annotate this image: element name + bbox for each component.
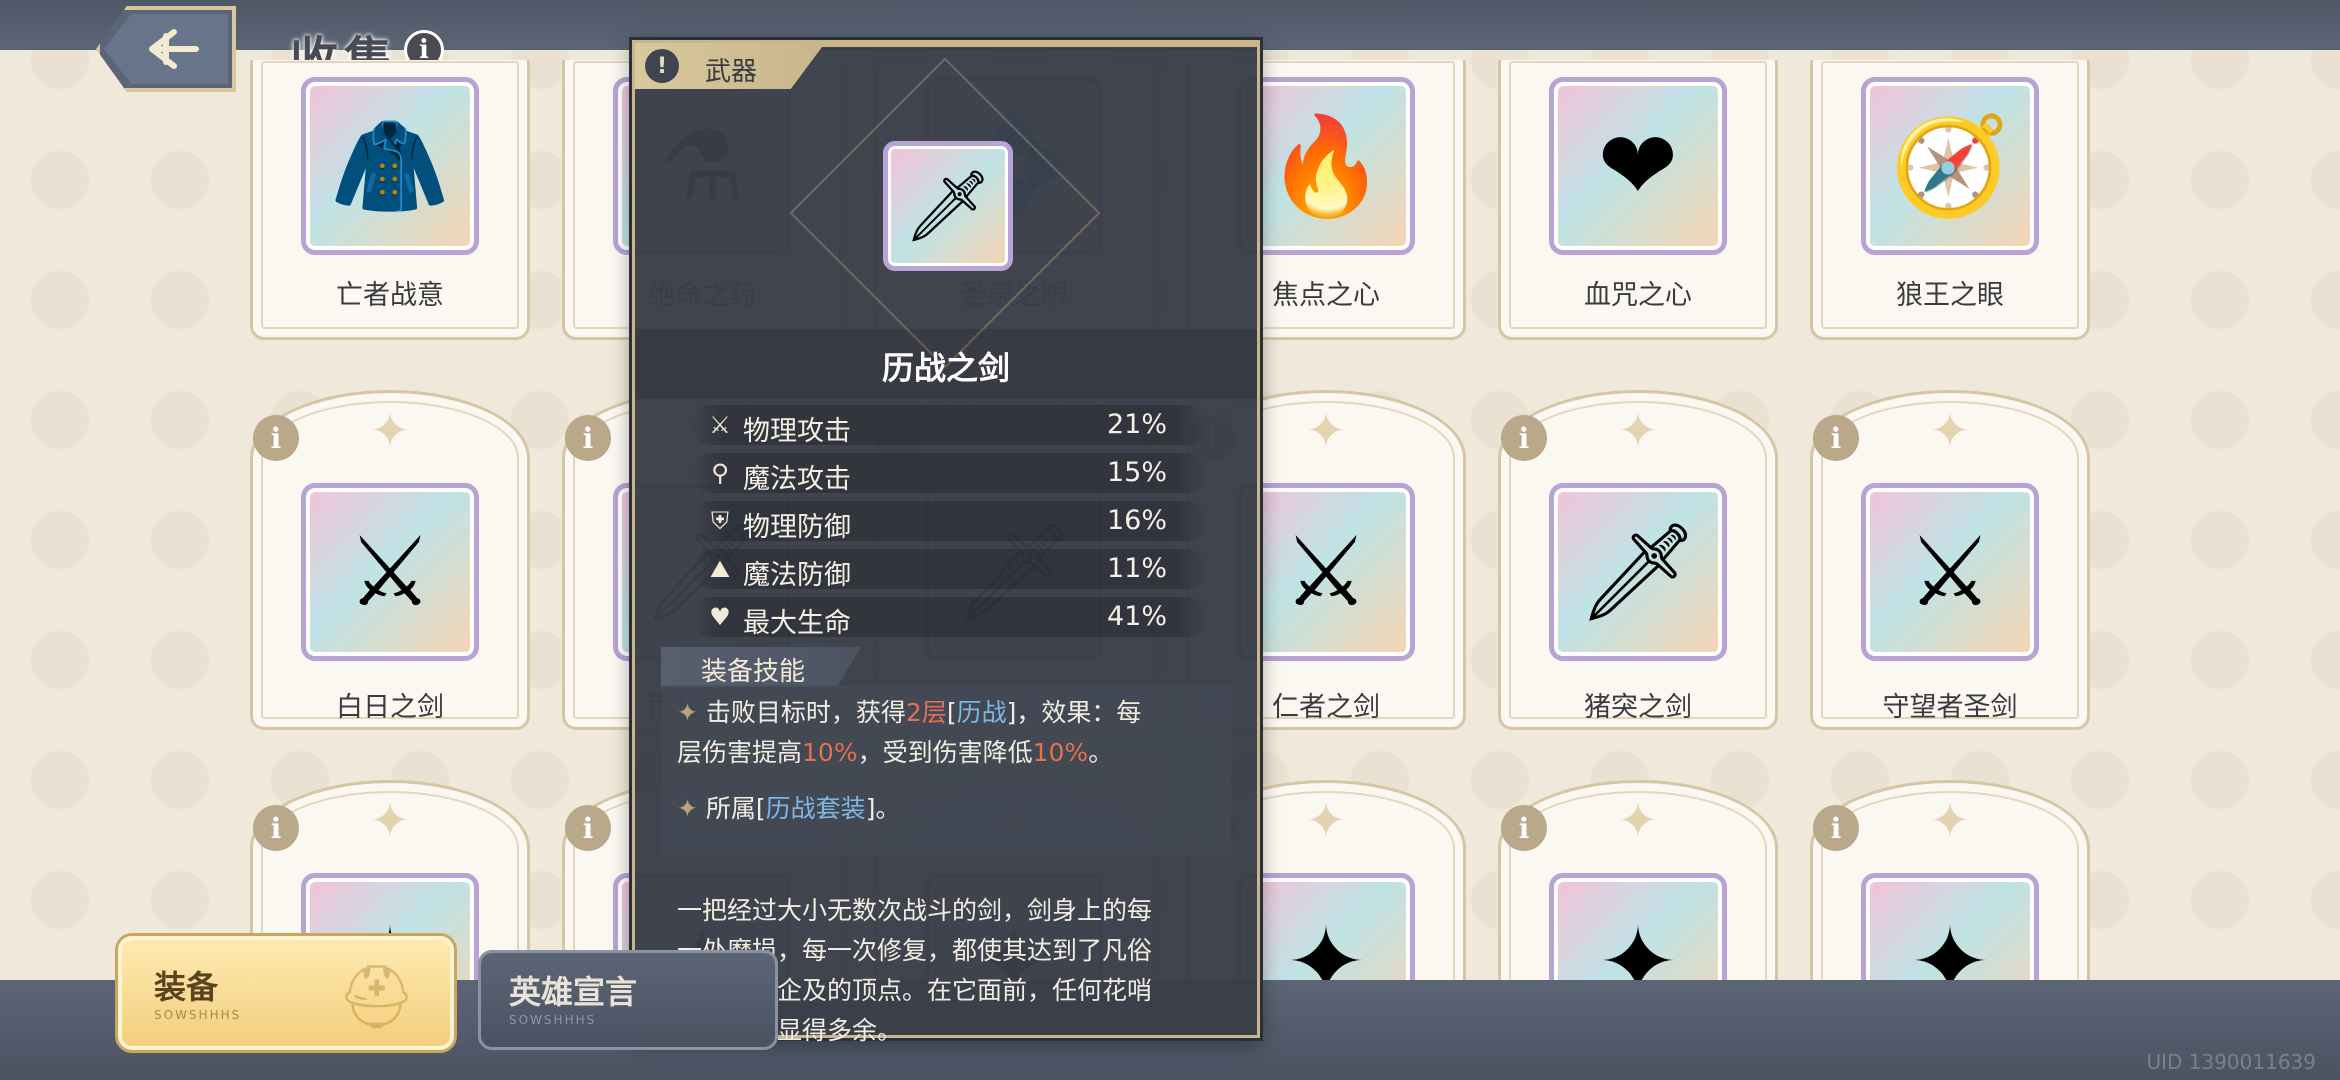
info-icon[interactable]: i (565, 415, 611, 461)
item-icon: ✦ (1861, 873, 2039, 980)
description-line: 一把经过大小无数次战斗的剑，剑身上的每 (677, 896, 1153, 925)
stat-row: ⚲ 魔法攻击 15% (691, 453, 1207, 495)
stat-value: 41% (1106, 601, 1167, 632)
item-icon: ⚔ (1861, 483, 2039, 661)
set-link[interactable]: 历战套装 (766, 794, 866, 823)
tab-hero-subtitle: SOWSHHHS (509, 1013, 597, 1027)
info-icon[interactable]: i (253, 805, 299, 851)
skill-line-3: ✦ 所属[历战套装]。 (677, 794, 901, 823)
stat-label: 魔法攻击 (743, 464, 851, 495)
star-ornament-icon: ✦ (1305, 403, 1347, 459)
item-name: 狼王之眼 (1896, 280, 2004, 311)
item-name: 历战之剑 (881, 349, 1010, 387)
stat-row: ⚔ 物理攻击 21% (691, 405, 1207, 447)
sword-item-icon: 🗡 (883, 141, 1013, 271)
collection-card[interactable]: ✦i✦ (1810, 780, 2090, 980)
hat-icon: ⛰ (709, 555, 731, 583)
collection-card[interactable]: ✦ i ⚔ 守望者圣剑 (1810, 390, 2090, 730)
stat-row: ⛨ 物理防御 16% (691, 501, 1207, 543)
stat-row: ⛰ 魔法防御 11% (691, 549, 1207, 591)
stat-value: 16% (1106, 505, 1167, 536)
item-icon: 🧭 (1861, 77, 2039, 255)
stat-row: ♥ 最大生命 41% (691, 597, 1207, 639)
item-icon: ❤ (1549, 77, 1727, 255)
item-name: 猪突之剑 (1584, 692, 1692, 723)
heart-icon: ♥ (709, 603, 731, 631)
collection-card[interactable]: ❤ 血咒之心 (1498, 60, 1778, 340)
item-icon: 🗡 (1549, 483, 1727, 661)
collection-card[interactable]: ✦ i 🗡 猪突之剑 (1498, 390, 1778, 730)
item-icon: ✦ (1237, 873, 1415, 980)
skill-line-2: 层伤害提高10%，受到伤害降低10%。 (677, 738, 1114, 767)
tab-equipment-subtitle: SOWSHHHS (154, 1008, 242, 1022)
star-ornament-icon: ✦ (1617, 793, 1659, 849)
tab-hero-label: 英雄宣言 (509, 973, 638, 1011)
tab-equipment[interactable]: 装备 SOWSHHHS ⛑ (118, 936, 454, 1050)
stat-value: 15% (1106, 457, 1167, 488)
info-icon[interactable]: i (1501, 805, 1547, 851)
wand-icon: ⚲ (711, 459, 729, 487)
info-icon[interactable]: i (1813, 415, 1859, 461)
keyword-link[interactable]: 历战 (957, 698, 1007, 727)
star-ornament-icon: ✦ (1617, 403, 1659, 459)
item-icon: ⚔ (301, 483, 479, 661)
star-ornament-icon: ✦ (1305, 793, 1347, 849)
collection-card[interactable]: 🧥 亡者战意 (250, 60, 530, 340)
collection-card[interactable]: ✦ i ⚔ 白日之剑 (250, 390, 530, 730)
skill-heading: 装备技能 (701, 657, 806, 687)
stat-value: 11% (1106, 553, 1167, 584)
item-icon: ⚔ (1237, 483, 1415, 661)
item-detail-panel: ! 武器 🗡 历战之剑 ⚔ 物理攻击 21% ⚲ 魔法攻击 15% ⛨ 物理防御 16% ⛰ 魔法防… (632, 40, 1260, 1045)
star-ornament-icon: ✦ (369, 403, 411, 459)
info-icon[interactable]: i (1501, 415, 1547, 461)
info-icon[interactable]: i (1813, 805, 1859, 851)
shield-icon: ⛨ (711, 507, 729, 535)
star-ornament-icon: ✦ (1929, 793, 1971, 849)
sword-icon: ⚔ (709, 411, 731, 439)
weapon-category-icon: ! (645, 49, 679, 83)
collection-card[interactable]: ✦i✦ (1498, 780, 1778, 980)
stat-label: 物理攻击 (743, 416, 851, 447)
tab-equipment-label: 装备 (154, 968, 219, 1006)
stat-label: 物理防御 (743, 512, 851, 543)
uid-label: UID 1390011639 (2146, 1050, 2316, 1074)
item-name: 守望者圣剑 (1882, 692, 2018, 723)
collection-card[interactable]: 🧭 狼王之眼 (1810, 60, 2090, 340)
item-name: 白日之剑 (336, 692, 444, 723)
sparkle-icon: ✦ (677, 794, 706, 823)
stat-value: 21% (1106, 409, 1167, 440)
stat-label: 最大生命 (743, 608, 851, 639)
tab-hero-declaration[interactable]: 英雄宣言 SOWSHHHS (478, 950, 778, 1050)
sparkle-icon: ✦ (677, 698, 706, 727)
item-icon: ✦ (1549, 873, 1727, 980)
item-icon: 🧥 (301, 77, 479, 255)
info-icon[interactable]: i (565, 805, 611, 851)
stat-label: 魔法防御 (743, 560, 851, 591)
star-ornament-icon: ✦ (1929, 403, 1971, 459)
category-label: 武器 (705, 57, 758, 87)
item-icon: 🔥 (1237, 77, 1415, 255)
star-ornament-icon: ✦ (369, 793, 411, 849)
item-name: 亡者战意 (336, 280, 444, 311)
skill-line-1: ✦ 击败目标时，获得2层[历战]，效果：每 (677, 698, 1142, 727)
item-name: 血咒之心 (1584, 280, 1692, 311)
info-icon[interactable]: i (253, 415, 299, 461)
helmet-icon: ⛑ (337, 960, 416, 1033)
